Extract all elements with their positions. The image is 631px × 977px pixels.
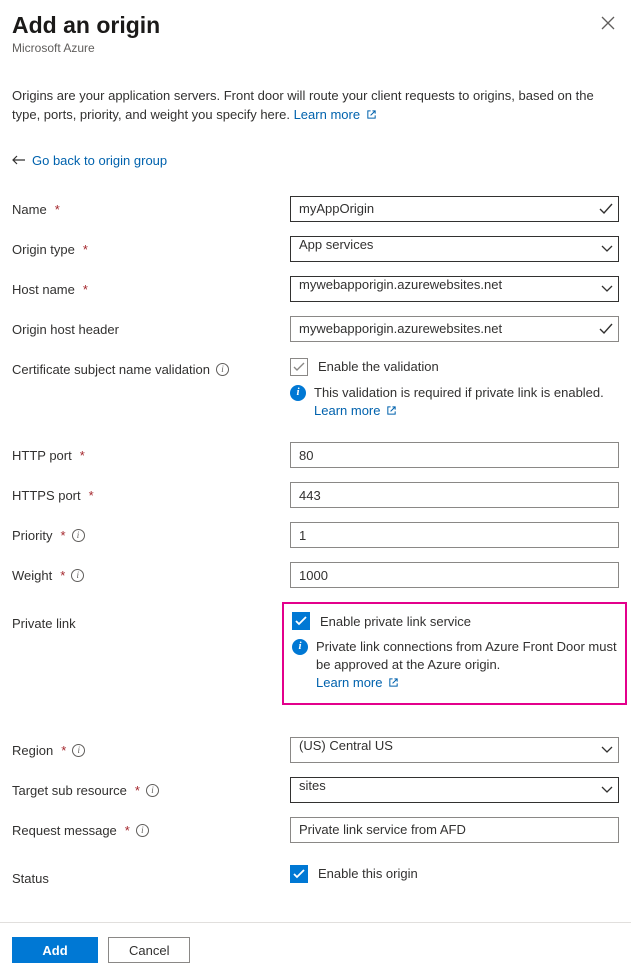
enable-origin-checkbox[interactable]	[290, 865, 308, 883]
info-icon: i	[292, 639, 308, 655]
close-icon[interactable]	[597, 12, 619, 39]
info-icon: i	[290, 385, 306, 401]
enable-private-link-label: Enable private link service	[320, 614, 471, 629]
learn-more-link[interactable]: Learn more	[316, 675, 399, 690]
http-port-label: HTTP port	[12, 448, 72, 463]
required-mark: *	[55, 202, 60, 217]
info-icon[interactable]: i	[72, 529, 85, 542]
description-text: Origins are your application servers. Fr…	[12, 87, 619, 125]
validation-info-text: This validation is required if private l…	[314, 384, 619, 420]
enable-validation-checkbox[interactable]	[290, 358, 308, 376]
private-link-info-text: Private link connections from Azure Fron…	[316, 638, 617, 693]
https-port-label: HTTPS port	[12, 488, 81, 503]
arrow-left-icon	[12, 153, 26, 168]
priority-label: Priority	[12, 528, 52, 543]
info-icon[interactable]: i	[72, 744, 85, 757]
request-message-input[interactable]	[290, 817, 619, 843]
learn-more-link[interactable]: Learn more	[294, 107, 377, 122]
weight-label: Weight	[12, 568, 52, 583]
info-icon[interactable]: i	[71, 569, 84, 582]
enable-validation-label: Enable the validation	[318, 359, 439, 374]
learn-more-link[interactable]: Learn more	[314, 403, 397, 418]
cert-validation-label: Certificate subject name validation	[12, 362, 210, 377]
back-to-origin-group-link[interactable]: Go back to origin group	[12, 153, 619, 168]
target-sub-resource-select[interactable]: sites	[290, 777, 619, 803]
enable-origin-label: Enable this origin	[318, 866, 418, 881]
region-label: Region	[12, 743, 53, 758]
origin-type-label: Origin type	[12, 242, 75, 257]
panel-title: Add an origin	[12, 12, 160, 39]
https-port-input[interactable]	[290, 482, 619, 508]
host-name-select[interactable]: mywebapporigin.azurewebsites.net	[290, 276, 619, 302]
info-icon[interactable]: i	[146, 784, 159, 797]
cancel-button[interactable]: Cancel	[108, 937, 190, 963]
http-port-input[interactable]	[290, 442, 619, 468]
status-label: Status	[12, 871, 49, 886]
priority-input[interactable]	[290, 522, 619, 548]
name-label: Name	[12, 202, 47, 217]
info-icon[interactable]: i	[136, 824, 149, 837]
panel-subtitle: Microsoft Azure	[12, 41, 160, 55]
weight-input[interactable]	[290, 562, 619, 588]
origin-host-header-label: Origin host header	[12, 322, 119, 337]
region-select[interactable]: (US) Central US	[290, 737, 619, 763]
add-button[interactable]: Add	[12, 937, 98, 963]
origin-type-select[interactable]: App services	[290, 236, 619, 262]
target-sub-resource-label: Target sub resource	[12, 783, 127, 798]
origin-host-header-input[interactable]	[290, 316, 619, 342]
private-link-label: Private link	[12, 616, 76, 631]
request-message-label: Request message	[12, 823, 117, 838]
name-input[interactable]	[290, 196, 619, 222]
info-icon[interactable]: i	[216, 363, 229, 376]
private-link-highlight: Enable private link service i Private li…	[282, 602, 627, 705]
enable-private-link-checkbox[interactable]	[292, 612, 310, 630]
host-name-label: Host name	[12, 282, 75, 297]
